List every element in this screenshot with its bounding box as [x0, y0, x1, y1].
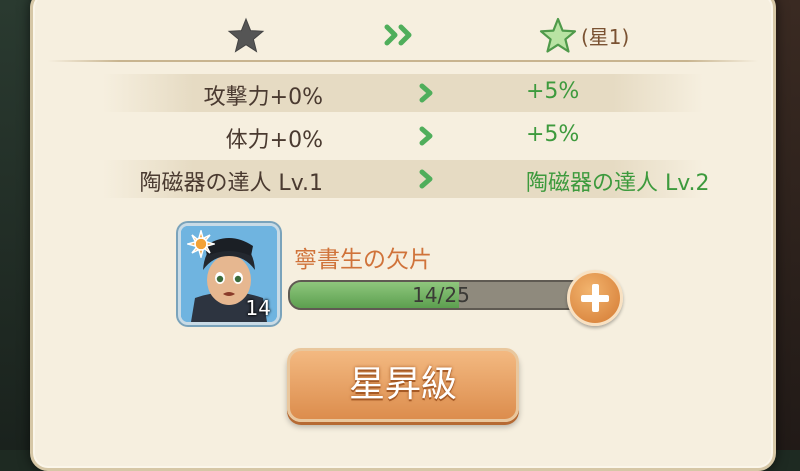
- current-star-icon: [227, 17, 265, 53]
- stat-current-value: 攻撃力+0%: [203, 85, 323, 110]
- shard-progress-text: 14/25: [412, 283, 470, 307]
- chevron-right-icon: [419, 169, 433, 189]
- shard-name: 寧書生の欠片: [294, 247, 432, 273]
- add-shard-button[interactable]: [567, 270, 623, 326]
- stat-next-value: 陶磁器の達人 Lv.2: [526, 171, 710, 196]
- star-upgrade-button[interactable]: 星昇級: [287, 348, 519, 422]
- stat-next-value: +5%: [526, 79, 580, 104]
- star-change-row: (星1): [33, 13, 773, 57]
- next-star-icon: [539, 17, 577, 53]
- stat-row-attack: 攻撃力+0% +5%: [103, 74, 703, 112]
- stat-row-skill: 陶磁器の達人 Lv.1 陶磁器の達人 Lv.2: [103, 160, 710, 198]
- stat-current-value: 陶磁器の達人 Lv.1: [139, 171, 323, 196]
- divider: [48, 60, 758, 62]
- owned-count: 14: [245, 296, 271, 320]
- shard-portrait[interactable]: 14: [178, 223, 280, 325]
- double-chevron-right-icon: [384, 24, 412, 46]
- chevron-right-icon: [419, 126, 433, 146]
- shard-progress-bar: 14/25: [288, 280, 594, 310]
- stat-current-value: 体力+0%: [225, 128, 323, 153]
- stat-next-value: +5%: [526, 122, 580, 147]
- target-star-label: (星1): [581, 25, 630, 49]
- chevron-right-icon: [419, 83, 433, 103]
- sun-emblem-icon: [187, 230, 215, 258]
- stat-row-hp: 体力+0% +5%: [103, 117, 703, 155]
